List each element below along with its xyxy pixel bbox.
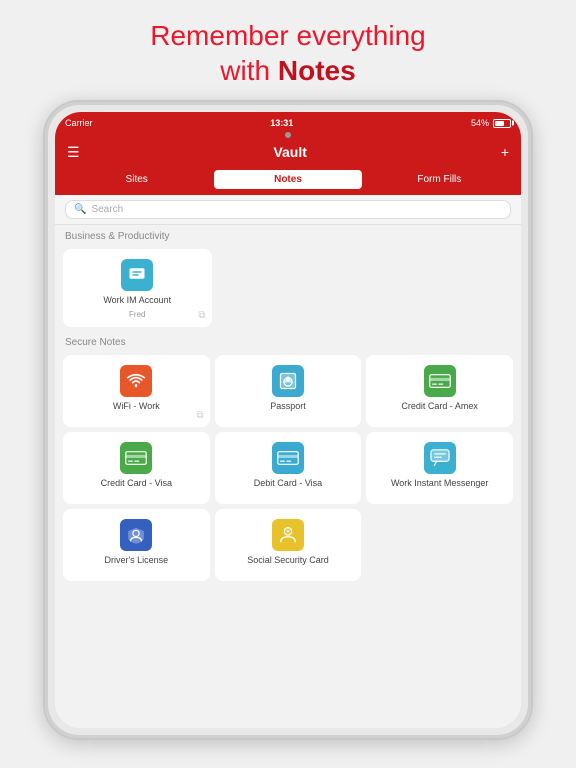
- headline-line1: Remember everything: [150, 18, 425, 53]
- card-driver-label: Driver's License: [104, 555, 168, 566]
- credit-amex-icon: [424, 365, 456, 397]
- card-work-im-label: Work IM Account: [103, 295, 171, 306]
- headline-line2: with Notes: [150, 53, 425, 88]
- credit-visa-icon: [120, 442, 152, 474]
- card-passport[interactable]: Passport: [215, 355, 362, 427]
- ssn-icon: [272, 519, 304, 551]
- card-visa-label: Credit Card - Visa: [101, 478, 172, 489]
- time-text: 13:31: [270, 118, 293, 128]
- card-work-im2[interactable]: Work Instant Messenger: [366, 432, 513, 504]
- section-header-secure: Secure Notes: [55, 331, 521, 351]
- section-business-grid: Work IM Account Fred ⧉: [55, 245, 521, 331]
- tab-notes[interactable]: Notes: [214, 170, 361, 189]
- im2-icon: [424, 442, 456, 474]
- search-icon: 🔍: [74, 204, 86, 215]
- camera-dot: [285, 132, 291, 138]
- tab-form-fills[interactable]: Form Fills: [366, 170, 513, 189]
- wifi-icon: [120, 365, 152, 397]
- search-input-wrap[interactable]: 🔍 Search: [65, 200, 511, 219]
- menu-icon[interactable]: ☰: [67, 144, 80, 161]
- nav-title: Vault: [273, 144, 306, 160]
- search-bar: 🔍 Search: [55, 195, 521, 225]
- card-work-im-sublabel: Fred: [129, 310, 145, 319]
- status-bar: Carrier 13:31 54%: [55, 112, 521, 134]
- card-work-im[interactable]: Work IM Account Fred ⧉: [63, 249, 212, 327]
- tablet-screen: Carrier 13:31 54% ☰ Vault + Sites Notes …: [55, 112, 521, 728]
- card-debit-visa[interactable]: Debit Card - Visa: [215, 432, 362, 504]
- card-ssn-label: Social Security Card: [247, 555, 329, 566]
- passport-icon: [272, 365, 304, 397]
- card-wifi-work[interactable]: WiFi - Work ⧉: [63, 355, 210, 427]
- debit-icon: [272, 442, 304, 474]
- card-amex-label: Credit Card - Amex: [401, 401, 478, 412]
- headline: Remember everything with Notes: [130, 0, 445, 100]
- content-area: Business & Productivity Work IM Account …: [55, 225, 521, 728]
- card-im2-label: Work Instant Messenger: [391, 478, 488, 489]
- section-header-business: Business & Productivity: [55, 225, 521, 245]
- headline-notes: Notes: [278, 55, 356, 86]
- battery-fill: [495, 121, 504, 126]
- search-placeholder: Search: [91, 204, 123, 215]
- driver-icon: [120, 519, 152, 551]
- card-credit-amex[interactable]: Credit Card - Amex: [366, 355, 513, 427]
- copy-icon: ⧉: [198, 310, 205, 321]
- card-debit-label: Debit Card - Visa: [254, 478, 322, 489]
- headline-text2: with: [220, 55, 278, 86]
- battery-icon: [493, 119, 511, 128]
- carrier-text: Carrier: [65, 118, 93, 128]
- copy-icon-wifi: ⧉: [197, 410, 204, 421]
- tablet-frame: Carrier 13:31 54% ☰ Vault + Sites Notes …: [43, 100, 533, 740]
- battery-text: 54%: [471, 118, 489, 128]
- card-passport-label: Passport: [270, 401, 306, 412]
- im-icon: [121, 259, 153, 291]
- card-wifi-label: WiFi - Work: [113, 401, 160, 412]
- nav-bar: ☰ Vault +: [55, 134, 521, 170]
- section-secure-grid: WiFi - Work ⧉: [55, 351, 521, 585]
- tab-sites[interactable]: Sites: [63, 170, 210, 189]
- add-icon[interactable]: +: [501, 144, 509, 160]
- headline-text1: Remember everything: [150, 20, 425, 51]
- card-drivers-license[interactable]: Driver's License: [63, 509, 210, 581]
- tab-bar: Sites Notes Form Fills: [55, 170, 521, 195]
- card-credit-visa[interactable]: Credit Card - Visa: [63, 432, 210, 504]
- card-ssn[interactable]: Social Security Card: [215, 509, 362, 581]
- status-right: 54%: [471, 118, 511, 128]
